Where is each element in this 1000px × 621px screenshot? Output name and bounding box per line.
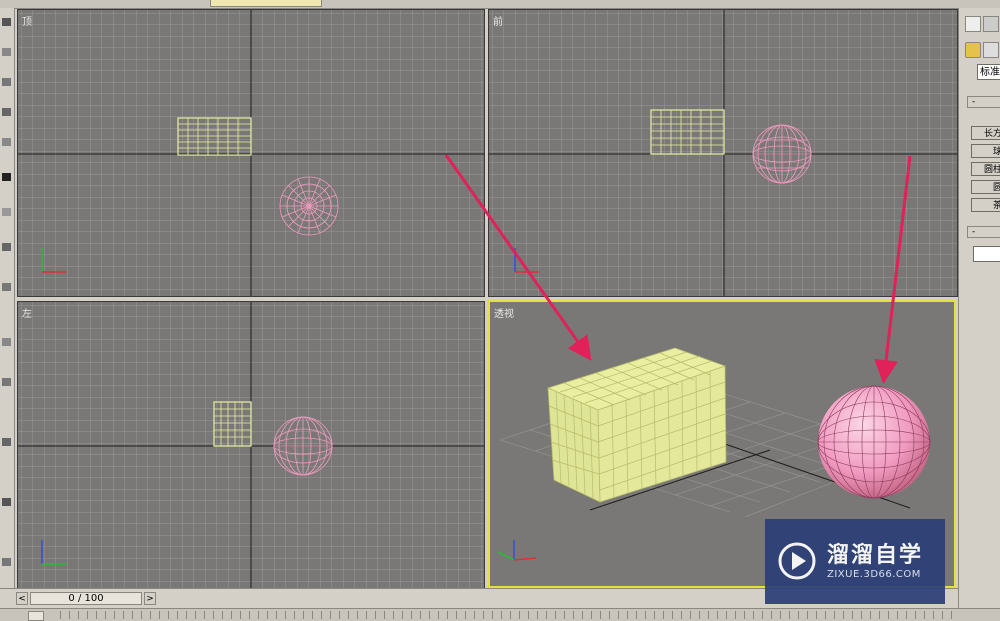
watermark: 溜溜自学 ZIXUE.3D66.COM bbox=[765, 519, 945, 604]
render-icon[interactable] bbox=[2, 498, 11, 506]
left-toolbar bbox=[0, 8, 15, 608]
watermark-url: ZIXUE.3D66.COM bbox=[827, 569, 921, 580]
next-frame-button[interactable]: > bbox=[144, 592, 156, 605]
layer-icon[interactable] bbox=[2, 338, 11, 346]
prev-frame-button[interactable]: < bbox=[16, 592, 28, 605]
file-tab[interactable] bbox=[210, 0, 322, 7]
lock-icon[interactable] bbox=[2, 173, 11, 181]
viewport-left[interactable]: 左 bbox=[17, 301, 485, 590]
viewport-front[interactable]: 前 bbox=[488, 9, 958, 297]
curve-editor-icon[interactable] bbox=[2, 378, 11, 386]
play-logo-icon bbox=[778, 542, 816, 580]
sphere-top-view[interactable] bbox=[279, 176, 339, 236]
watermark-title: 溜溜自学 bbox=[827, 543, 924, 568]
select-link-icon[interactable] bbox=[2, 18, 11, 26]
viewport-label-left: 左 bbox=[22, 309, 32, 320]
viewport-top[interactable]: 顶 bbox=[17, 9, 485, 297]
object-button-cylinder[interactable]: 圆柱 bbox=[971, 162, 1000, 176]
undo-icon[interactable] bbox=[983, 42, 999, 58]
rotate-icon[interactable] bbox=[2, 138, 11, 146]
viewport-label-front: 前 bbox=[493, 17, 503, 28]
track-bar[interactable] bbox=[0, 608, 1000, 621]
scale-icon[interactable] bbox=[2, 208, 11, 216]
rollout-header-name-color[interactable]: - bbox=[967, 226, 1000, 238]
pointer-icon[interactable] bbox=[983, 16, 999, 32]
time-slider[interactable]: 0 / 100 bbox=[30, 592, 142, 605]
object-button-sphere[interactable]: 球 bbox=[971, 144, 1000, 158]
mirror-icon[interactable] bbox=[2, 243, 11, 251]
object-button-teapot[interactable]: 茶 bbox=[971, 198, 1000, 212]
material-editor-icon[interactable] bbox=[2, 438, 11, 446]
track-bar-ticks bbox=[60, 611, 960, 619]
name-field[interactable] bbox=[973, 246, 1000, 262]
sphere-front-view[interactable] bbox=[752, 124, 812, 184]
unlink-icon[interactable] bbox=[2, 48, 11, 56]
sphere-material-icon[interactable] bbox=[965, 42, 981, 58]
object-button-box[interactable]: 长方 bbox=[971, 126, 1000, 140]
sphere-left-view[interactable] bbox=[273, 416, 333, 476]
viewport-label-top: 顶 bbox=[22, 17, 32, 28]
viewport-label-perspective: 透视 bbox=[494, 309, 514, 320]
rollout-header-object-type[interactable]: - bbox=[967, 96, 1000, 108]
move-icon[interactable] bbox=[2, 108, 11, 116]
bind-icon[interactable] bbox=[2, 78, 11, 86]
category-dropdown[interactable]: 标准 bbox=[977, 64, 1000, 80]
sphere-perspective[interactable] bbox=[817, 385, 931, 499]
quick-render-icon[interactable] bbox=[2, 558, 11, 566]
top-toolbar-strip bbox=[0, 0, 1000, 9]
object-button-circle[interactable]: 圆 bbox=[971, 180, 1000, 194]
align-icon[interactable] bbox=[2, 283, 11, 291]
select-icon[interactable] bbox=[965, 16, 981, 32]
command-panel: 标准 - 长方 球 圆柱 圆 茶 - bbox=[958, 8, 1000, 608]
